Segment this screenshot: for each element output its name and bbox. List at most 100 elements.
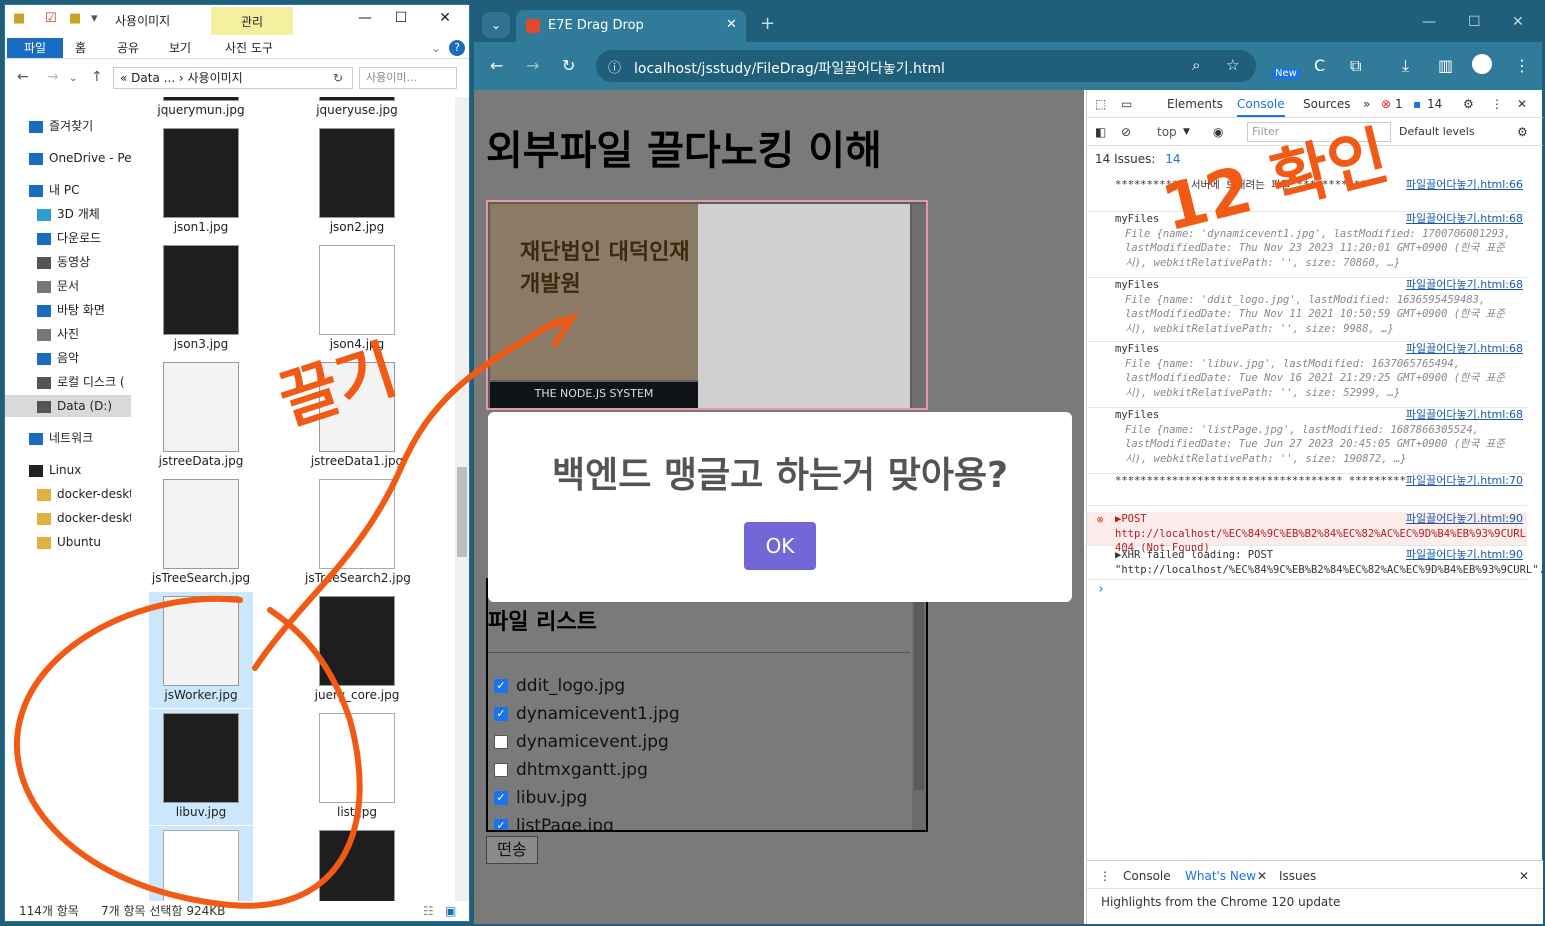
file-item[interactable]: jstreeData1.jpg <box>305 358 409 474</box>
nav-item[interactable]: 3D 개체 <box>5 203 131 225</box>
chevron-down-icon[interactable]: ▾ <box>91 11 98 27</box>
close-icon[interactable]: ✕ <box>1512 14 1524 30</box>
ribbon-tab-file[interactable]: 파일 <box>7 38 63 58</box>
manage-tab[interactable]: 관리 <box>211 7 293 37</box>
forward-arrow-icon[interactable]: → <box>47 69 59 85</box>
console-source-link[interactable]: 파일끌어다놓기.html:68 <box>1405 342 1523 357</box>
console-object-preview[interactable]: File {name: 'listPage.jpg', lastModified… <box>1115 423 1527 467</box>
tab-sources[interactable]: Sources <box>1303 97 1350 111</box>
nav-item[interactable]: Linux <box>5 459 131 481</box>
file-item[interactable]: jstreeData.jpg <box>149 358 253 474</box>
drawer-tab-console[interactable]: Console <box>1123 869 1171 883</box>
nav-item[interactable]: 동영상 <box>5 251 131 273</box>
nav-item[interactable]: 음악 <box>5 347 131 369</box>
live-expression-eye-icon[interactable]: ◉ <box>1213 125 1223 139</box>
console-filter-input[interactable]: Filter <box>1247 122 1391 142</box>
issue-count[interactable]: 14 <box>1427 97 1442 111</box>
nav-item[interactable]: 문서 <box>5 275 131 297</box>
properties-icon[interactable]: ☑ <box>45 11 57 27</box>
file-item[interactable]: juery_core.jpg <box>305 592 409 708</box>
nav-item[interactable]: 네트워크 <box>5 427 131 449</box>
console-object-preview[interactable]: File {name: 'libuv.jpg', lastModified: 1… <box>1115 357 1527 401</box>
file-checkbox[interactable]: ✓ <box>494 791 508 805</box>
vertical-scrollbar[interactable] <box>455 97 469 903</box>
file-checkbox[interactable]: ✓ <box>494 707 508 721</box>
file-item[interactable]: jsTreeSearch.jpg <box>149 475 253 591</box>
nav-item[interactable]: 즐겨찾기 <box>5 115 131 137</box>
console-source-link[interactable]: 파일끌어다놓기.html:66 <box>1405 178 1523 193</box>
console-prompt-icon[interactable]: › <box>1097 582 1105 597</box>
file-item[interactable] <box>305 826 409 903</box>
dropzone-scrollbar[interactable] <box>912 204 926 408</box>
refresh-icon[interactable]: ↻ <box>333 71 343 85</box>
drop-zone[interactable]: 재단법인 대덕인재개발원 THE NODE.JS SYSTEM <box>486 200 928 410</box>
nav-item[interactable]: docker-deskt <box>5 483 131 505</box>
console-source-link[interactable]: 파일끌어다놓기.html:90 <box>1405 512 1523 527</box>
nav-item[interactable]: 바탕 화면 <box>5 299 131 321</box>
new-tab-icon[interactable]: + <box>760 13 775 34</box>
maximize-icon[interactable]: ☐ <box>391 10 411 28</box>
back-arrow-icon[interactable]: ← <box>17 69 29 85</box>
console-source-link[interactable]: 파일끌어다놓기.html:68 <box>1405 278 1523 293</box>
kebab-menu-icon[interactable]: ⋮ <box>1491 97 1503 111</box>
kebab-menu-icon[interactable]: ⋮ <box>1514 56 1530 75</box>
send-button[interactable]: 떤송 <box>486 836 538 864</box>
ribbon-tab-home[interactable]: 홈 <box>75 38 86 58</box>
error-count[interactable]: 1 <box>1395 97 1403 111</box>
new-folder-icon[interactable]: ■ <box>69 11 81 27</box>
file-item[interactable]: json2.jpg <box>305 124 409 240</box>
help-icon[interactable]: ? <box>449 40 465 56</box>
browser-tab[interactable]: E7E Drag Drop ✕ <box>516 10 746 42</box>
address-input[interactable]: « Data ... › 사용이미지 <box>113 67 353 89</box>
ribbon-tab-view[interactable]: 보기 <box>169 38 191 58</box>
new-badge[interactable]: New <box>1272 68 1300 79</box>
details-view-icon[interactable]: ☷ <box>423 901 434 921</box>
console-object-preview[interactable]: File {name: 'dynamicevent1.jpg', lastMod… <box>1115 227 1527 271</box>
search-input[interactable]: 사용이미... <box>359 67 457 89</box>
issues-icon[interactable]: ▪ <box>1413 97 1421 111</box>
minimize-icon[interactable]: — <box>1422 14 1436 30</box>
nav-item[interactable]: Ubuntu <box>5 531 131 553</box>
profile-avatar-icon[interactable] <box>1472 54 1492 74</box>
file-checkbox[interactable]: ✓ <box>494 679 508 693</box>
tab-search-icon[interactable]: ⌄ <box>482 12 510 38</box>
console-source-link[interactable]: 파일끌어다놓기.html:70 <box>1405 474 1523 489</box>
ok-button[interactable]: OK <box>744 522 816 570</box>
bookmark-star-icon[interactable]: ☆ <box>1226 56 1239 74</box>
reload-icon[interactable]: ↻ <box>562 56 575 75</box>
close-tab-icon[interactable]: ✕ <box>1257 869 1267 883</box>
minimize-icon[interactable]: — <box>355 10 375 28</box>
nav-item[interactable]: docker-deskt <box>5 507 131 529</box>
close-drawer-icon[interactable]: ✕ <box>1519 869 1529 883</box>
tab-elements[interactable]: Elements <box>1167 97 1223 111</box>
file-item[interactable]: list.jpg <box>305 709 409 825</box>
large-icons-view-icon[interactable]: ▣ <box>445 901 456 921</box>
forward-arrow-icon[interactable]: → <box>526 56 539 75</box>
inspect-icon[interactable]: ⬚ <box>1095 97 1106 111</box>
ribbon-expand-icon[interactable]: ⌄ <box>431 38 441 58</box>
file-item[interactable]: jsTreeSearch2.jpg <box>305 475 411 591</box>
more-tabs-icon[interactable]: » <box>1363 97 1370 111</box>
back-arrow-icon[interactable]: ← <box>490 56 503 75</box>
file-list-scrollbar[interactable] <box>912 580 926 830</box>
site-info-icon[interactable]: ⓘ <box>608 57 621 76</box>
file-checkbox[interactable] <box>494 763 508 777</box>
tab-close-icon[interactable]: ✕ <box>726 17 737 32</box>
console-object-preview[interactable]: File {name: 'ddit_logo.jpg', lastModifie… <box>1115 293 1527 337</box>
console-source-link[interactable]: 파일끌어다놓기.html:90 <box>1405 548 1523 563</box>
nav-item[interactable]: OneDrive - Per <box>5 147 131 169</box>
tab-console[interactable]: Console <box>1237 97 1285 117</box>
close-devtools-icon[interactable]: ✕ <box>1517 97 1527 111</box>
console-settings-gear-icon[interactable]: ⚙ <box>1517 125 1528 139</box>
nav-item[interactable]: 로컬 디스크 ( <box>5 371 131 393</box>
file-checkbox[interactable]: ✓ <box>494 819 508 830</box>
context-selector[interactable]: top <box>1157 125 1177 139</box>
file-item[interactable]: jsWorker.jpg <box>149 592 253 708</box>
issues-bar[interactable]: 14 Issues: 14 <box>1087 146 1543 170</box>
ribbon-tab-picture-tools[interactable]: 사진 도구 <box>225 38 273 58</box>
scrollbar-thumb[interactable] <box>914 580 924 790</box>
nav-item[interactable]: 사진 <box>5 323 131 345</box>
up-arrow-icon[interactable]: ↑ <box>91 69 103 85</box>
log-levels-dropdown[interactable]: Default levels <box>1399 125 1475 138</box>
console-source-link[interactable]: 파일끌어다놓기.html:68 <box>1405 408 1523 423</box>
